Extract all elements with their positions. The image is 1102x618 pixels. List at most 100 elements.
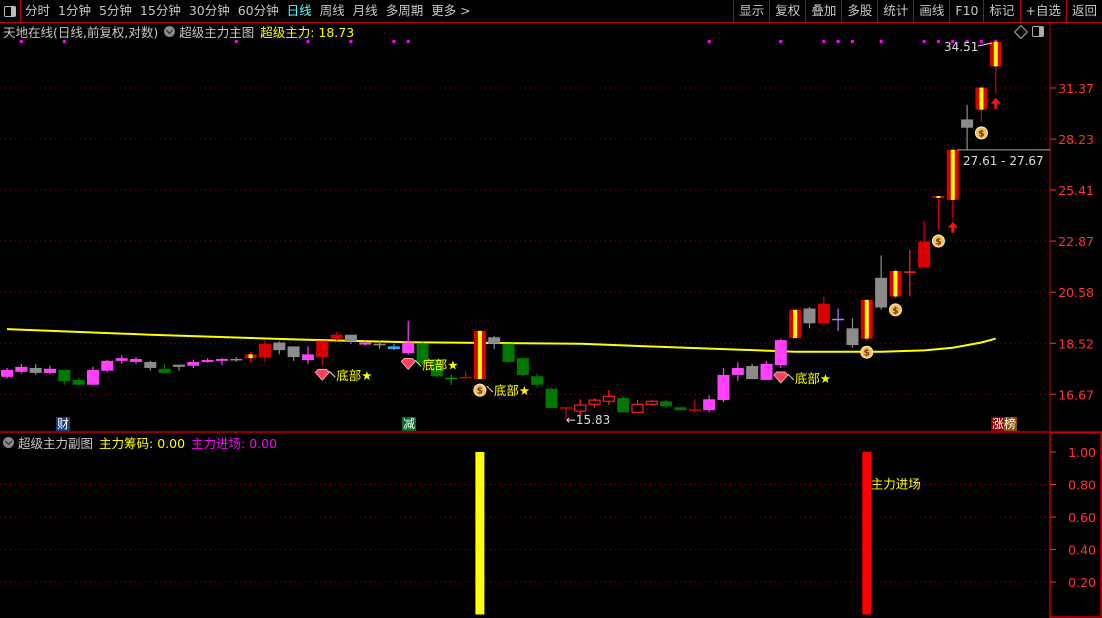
candle-body-stripe xyxy=(979,87,984,110)
candle xyxy=(660,400,673,409)
signal-dot xyxy=(234,40,238,43)
entry-value: 主力进场: 0.00 xyxy=(191,435,278,451)
candle-body xyxy=(846,328,859,346)
y-tick-label: 20.58 xyxy=(1058,285,1094,300)
candle xyxy=(301,346,314,364)
sub-y-tick-label: 0.80 xyxy=(1068,478,1096,493)
moneybag-glyph: $ xyxy=(935,237,941,247)
candle-body xyxy=(875,277,888,308)
candle xyxy=(832,308,845,331)
candle-body xyxy=(817,303,830,324)
signal-dot xyxy=(19,40,23,43)
tag-jian: 减 xyxy=(402,417,417,431)
candle-body xyxy=(660,401,673,407)
candle xyxy=(531,373,544,388)
candle xyxy=(473,330,486,380)
candle xyxy=(789,308,802,339)
marker-leader xyxy=(787,373,795,381)
y-tick-label: 25.41 xyxy=(1058,183,1094,198)
entry-bar-label: 主力进场 xyxy=(871,477,921,492)
candle-body xyxy=(172,364,185,367)
candle-body xyxy=(287,346,300,358)
bottom-label: 底部★ xyxy=(494,383,530,398)
candle xyxy=(172,364,185,371)
candle xyxy=(731,362,744,381)
tag-zhangbang: 涨榜 xyxy=(991,417,1018,431)
candle-body xyxy=(273,342,286,351)
candle xyxy=(617,396,630,413)
moneybag-glyph: $ xyxy=(978,129,984,139)
signal-dot xyxy=(879,40,883,43)
candle-body xyxy=(43,368,56,373)
bottom-label: 底部★ xyxy=(336,368,372,383)
candle-body xyxy=(674,407,687,411)
candle xyxy=(846,318,859,348)
signal-dot xyxy=(392,40,396,43)
signal-dot xyxy=(850,40,854,43)
bottom-label: 底部★ xyxy=(422,357,458,372)
sub-indicator-name[interactable]: 超级主力副图 xyxy=(18,433,93,452)
candle xyxy=(316,340,329,366)
candle-body xyxy=(803,308,816,324)
candle-body-stripe xyxy=(477,330,482,380)
signal-dot xyxy=(936,40,940,43)
gem-icon xyxy=(400,357,416,370)
candle xyxy=(918,220,931,268)
candle xyxy=(889,268,902,299)
candle-body xyxy=(187,361,200,366)
candle-body xyxy=(502,343,515,362)
candle-body xyxy=(115,358,128,361)
candle-body xyxy=(588,399,601,405)
candle xyxy=(273,341,286,355)
candle-body xyxy=(258,343,271,358)
candle xyxy=(989,41,1002,94)
candle-body xyxy=(760,363,773,380)
candle xyxy=(760,360,773,380)
candle-body xyxy=(215,358,228,361)
high-price-label: 34.51 xyxy=(944,40,978,54)
candle xyxy=(215,358,228,366)
price-chart[interactable]: 31.37 28.23 25.41 22.87 20.58 18.52 16.67 1.00 0… xyxy=(0,0,1102,618)
candle-body xyxy=(129,358,142,362)
candle xyxy=(29,363,42,375)
candle-body-stripe xyxy=(993,41,998,67)
candle xyxy=(545,387,558,409)
candle-body-stripe xyxy=(893,271,898,297)
candle-body xyxy=(15,366,28,372)
candle xyxy=(115,355,128,364)
candle xyxy=(703,395,716,413)
candle xyxy=(201,358,214,363)
tag-cai: 财 xyxy=(56,417,71,431)
candle-body xyxy=(387,346,400,350)
candle-body xyxy=(373,343,386,346)
candle xyxy=(230,357,243,362)
candle-body xyxy=(731,367,744,375)
entry-bar xyxy=(475,452,485,615)
candle xyxy=(774,338,787,368)
candle-body xyxy=(402,342,415,354)
candle xyxy=(459,370,472,379)
sub-chart-header: 超级主力副图 主力筹码: 0.00 主力进场: 0.00 xyxy=(3,433,278,452)
signal-dot xyxy=(349,40,353,43)
candle-body xyxy=(688,409,701,411)
candle-body xyxy=(316,340,329,358)
candle-body xyxy=(774,340,787,366)
arrow-up-icon xyxy=(947,221,958,233)
sub-y-tick-label: 0.60 xyxy=(1068,510,1096,525)
candle-body xyxy=(545,388,558,409)
candle xyxy=(645,400,658,406)
candle xyxy=(975,87,988,122)
candle-body xyxy=(631,403,644,413)
y-tick-label: 22.87 xyxy=(1058,234,1094,249)
candle xyxy=(402,320,415,355)
candle xyxy=(158,363,171,373)
chevron-down-icon[interactable] xyxy=(3,436,14,448)
signal-dot xyxy=(779,40,783,43)
candle xyxy=(72,377,85,386)
candle-body xyxy=(531,376,544,385)
candle xyxy=(15,363,28,374)
candle-body xyxy=(602,395,615,402)
candle-body xyxy=(459,376,472,379)
moneybag-glyph: $ xyxy=(477,387,483,397)
candle xyxy=(860,298,873,342)
